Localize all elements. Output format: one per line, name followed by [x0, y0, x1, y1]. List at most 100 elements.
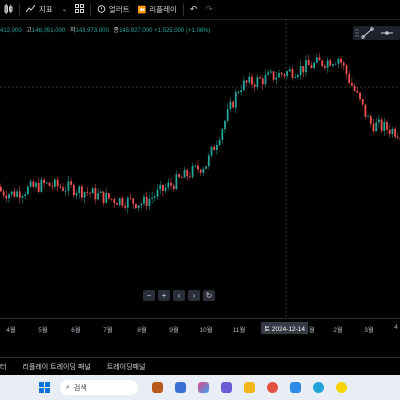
- indicators-button[interactable]: 지표 ⌄: [22, 0, 71, 19]
- drag-handle-icon[interactable]: [355, 29, 359, 37]
- replay-button[interactable]: ⏪ 리플레이: [134, 0, 181, 19]
- alert-button[interactable]: 얼러트: [93, 0, 134, 19]
- candle-body: [121, 198, 124, 206]
- candle-body: [10, 191, 13, 195]
- candle-body: [245, 80, 248, 83]
- tab-replay-trading-panel[interactable]: 리플레이 트레이딩 패널: [22, 362, 90, 372]
- candle-body: [64, 190, 67, 192]
- candle-body: [48, 182, 51, 186]
- windows-start-icon[interactable]: [39, 382, 50, 393]
- candle-body: [256, 77, 259, 87]
- scroll-left-button[interactable]: ‹: [173, 290, 185, 301]
- candle-body: [388, 129, 391, 134]
- candle-body: [342, 62, 345, 66]
- candle-body: [386, 121, 388, 130]
- store-icon[interactable]: [290, 382, 301, 393]
- candle-body: [110, 198, 113, 200]
- os-taskbar: ⌕ 검색: [0, 375, 400, 400]
- zoom-out-button[interactable]: −: [143, 290, 155, 301]
- toolbar-divider: [182, 3, 184, 16]
- kakaotalk-icon[interactable]: [336, 382, 347, 393]
- taskbar-app-icon[interactable]: [175, 382, 186, 393]
- candle-body: [313, 62, 315, 69]
- candle-body: [2, 191, 5, 196]
- candle-body: [40, 179, 43, 192]
- candle-body: [334, 63, 337, 65]
- candle-body: [199, 169, 202, 173]
- candle-body: [396, 136, 399, 138]
- taskbar-search-input[interactable]: ⌕ 검색: [60, 380, 138, 395]
- copilot-icon[interactable]: [198, 382, 209, 393]
- candle-body: [37, 182, 40, 192]
- taskbar-app-icon[interactable]: [152, 382, 163, 393]
- time-tick: 7월: [103, 327, 113, 334]
- teams-icon[interactable]: [221, 382, 232, 393]
- candle-body: [294, 76, 297, 78]
- candle-body: [97, 193, 99, 200]
- tab-partial[interactable]: 터: [0, 362, 6, 372]
- candle-body: [108, 193, 110, 199]
- candle-body: [118, 198, 121, 205]
- candle-body: [332, 64, 334, 66]
- candle-body: [89, 192, 91, 194]
- candle-body: [159, 184, 162, 190]
- candle-body: [102, 191, 105, 203]
- zoom-in-button[interactable]: +: [158, 290, 170, 301]
- redo-button[interactable]: ↷: [201, 0, 217, 19]
- candle-body: [251, 76, 253, 85]
- candle-body: [54, 179, 56, 187]
- time-tick: 3월: [364, 327, 374, 334]
- candle-body: [359, 92, 361, 100]
- drawing-tools-widget[interactable]: [353, 26, 400, 40]
- price-chart[interactable]: [0, 19, 400, 318]
- candle-body: [283, 74, 286, 76]
- file-explorer-icon[interactable]: [244, 382, 255, 393]
- chart-toolbar: 지표 ⌄ 얼러트 ⏪ 리플레이 ↶ ↷: [0, 0, 400, 20]
- candle-body: [307, 59, 310, 66]
- candle-body: [310, 65, 313, 69]
- reset-chart-button[interactable]: ↻: [203, 290, 215, 301]
- candle-body: [326, 60, 329, 68]
- candle-body: [124, 205, 126, 208]
- undo-button[interactable]: ↶: [186, 0, 202, 19]
- close-value: 145,927,000: [119, 28, 153, 34]
- alarm-clock-icon: [97, 4, 106, 15]
- candle-body: [24, 194, 27, 197]
- candle-body: [81, 186, 83, 198]
- candle-type-button[interactable]: [0, 0, 17, 19]
- candle-body: [105, 193, 108, 203]
- edge-icon[interactable]: [313, 382, 324, 393]
- candle-body: [29, 181, 32, 187]
- candle-body: [237, 92, 240, 93]
- candle-body: [145, 196, 148, 207]
- candle-body: [175, 174, 178, 190]
- chrome-icon[interactable]: [267, 382, 278, 393]
- candle-body: [324, 65, 326, 68]
- candle-body: [86, 192, 89, 193]
- candle-body: [72, 184, 75, 196]
- indicators-label: 지표: [39, 5, 53, 14]
- candle-body: [164, 187, 167, 191]
- candle-body: [51, 185, 54, 187]
- time-tick: 5월: [38, 327, 48, 334]
- candle-body: [391, 128, 394, 134]
- candle-body: [337, 58, 340, 64]
- trendline-icon[interactable]: [361, 27, 374, 39]
- candle-body: [267, 72, 270, 75]
- candle-body: [189, 176, 191, 178]
- tab-trading-panel[interactable]: 트레이딩패널: [107, 362, 146, 372]
- horizontal-line-icon[interactable]: [381, 31, 393, 35]
- candle-body: [35, 182, 37, 187]
- candle-body: [129, 197, 132, 199]
- candle-body: [27, 186, 29, 195]
- candle-body: [186, 169, 189, 177]
- low-value: 143,973,000: [75, 28, 109, 34]
- candle-body: [380, 119, 383, 131]
- scroll-right-button[interactable]: ›: [188, 290, 200, 301]
- candlestick-plot[interactable]: [0, 19, 400, 318]
- time-axis[interactable]: 4월 5월 6월 7월 8월 9월 10월 11월 1월 2월 3월 4 토 2…: [0, 318, 400, 335]
- crosshair-date-label: 토 2024-12-14: [261, 322, 309, 334]
- candle-body: [372, 123, 375, 132]
- layouts-button[interactable]: [71, 0, 88, 19]
- candle-body: [202, 168, 205, 173]
